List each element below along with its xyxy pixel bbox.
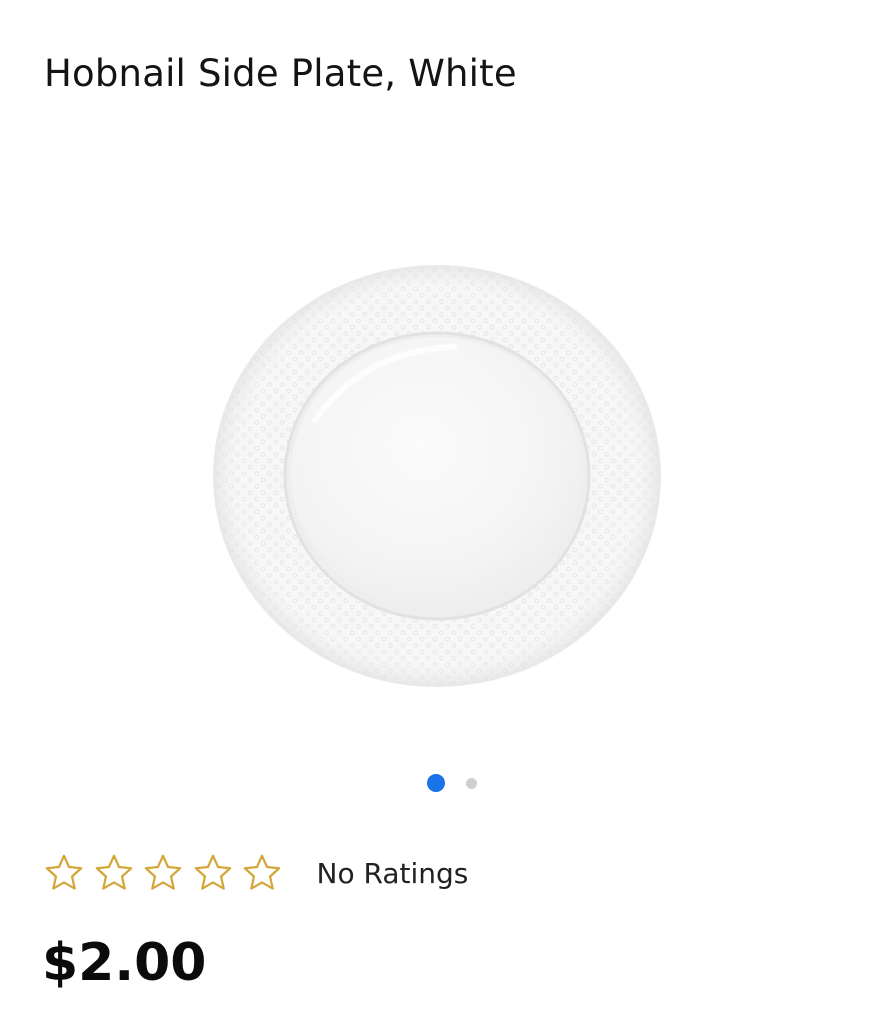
carousel-pagination — [0, 773, 872, 793]
rating-stars — [43, 852, 291, 894]
product-image-carousel[interactable] — [0, 140, 872, 750]
star-outline-icon — [243, 854, 281, 890]
product-price: $2.00 — [42, 933, 207, 993]
product-title: Hobnail Side Plate, White — [44, 52, 517, 95]
product-image — [213, 265, 661, 687]
carousel-dot-1[interactable] — [427, 774, 445, 792]
star-outline-icon — [144, 854, 182, 890]
carousel-dot-2[interactable] — [466, 778, 477, 789]
star-outline-icon — [45, 854, 83, 890]
product-rating: No Ratings — [43, 851, 468, 895]
rating-label: No Ratings — [316, 856, 469, 890]
star-outline-icon — [95, 854, 132, 890]
star-outline-icon — [194, 854, 231, 890]
